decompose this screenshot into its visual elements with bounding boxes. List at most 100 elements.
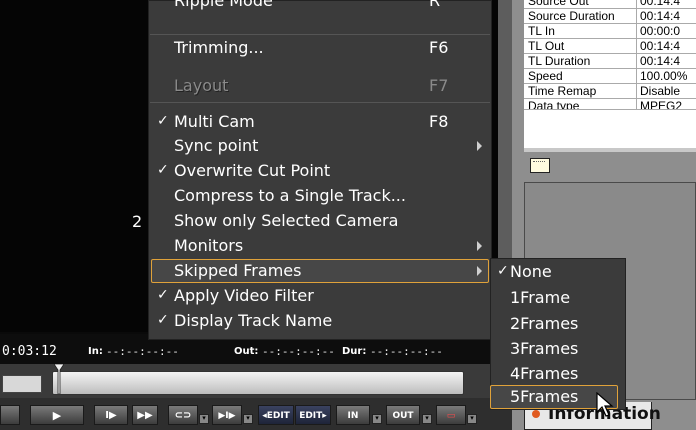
menu-separator (150, 34, 490, 35)
submenu-item-4frames[interactable]: 4Frames (490, 362, 626, 386)
menu-item-ripple-mode[interactable]: Ripple Mode R (149, 0, 491, 14)
table-row: TL In 00:00:0 (524, 24, 696, 39)
timeline-scrubber[interactable] (52, 371, 464, 395)
checkmark-icon: ✓ (157, 312, 169, 328)
property-value: 00:14:4 (636, 9, 696, 23)
dur-value: --:--:--:-- (370, 345, 443, 358)
scroll-strip[interactable] (524, 148, 696, 152)
property-key: Data type (528, 99, 580, 110)
record-button[interactable]: ▭ (436, 405, 466, 425)
edit-in-button[interactable]: ◂EDIT (258, 405, 294, 425)
property-value: 00:14:4 (636, 39, 696, 53)
property-key: Time Remap (528, 84, 597, 98)
checkmark-icon: ✓ (157, 162, 169, 178)
property-key: Source Out (528, 0, 589, 8)
property-value: 00:14:4 (636, 0, 696, 8)
submenu-item-1frame[interactable]: 1Frame (490, 286, 626, 310)
property-value: 00:00:0 (636, 24, 696, 38)
menu-item-overwrite-cut-point[interactable]: ✓ Overwrite Cut Point (149, 159, 491, 184)
shortcut-key: R (429, 0, 441, 10)
submenu-item-none[interactable]: ✓ None (490, 260, 626, 284)
menu-item-label: Trimming... (174, 38, 264, 57)
menu-separator (150, 102, 490, 103)
out-label: Out: (234, 346, 259, 357)
menu-item-label: Layout (174, 76, 229, 95)
menu-item-sync-point[interactable]: Sync point (149, 134, 491, 159)
note-icon[interactable] (530, 158, 550, 173)
property-value: MPEG2 (636, 99, 696, 109)
menu-item-multi-cam[interactable]: ✓ Multi Cam F8 (149, 110, 491, 135)
menu-item-label: Multi Cam (174, 112, 255, 131)
set-in-button[interactable]: IN (336, 405, 370, 425)
table-row: Source Out 00:14:4 (524, 0, 696, 9)
table-row: TL Out 00:14:4 (524, 39, 696, 54)
step-forward-button[interactable]: I▶ (94, 405, 128, 425)
menu-item-label: Show only Selected Camera (174, 211, 399, 230)
playhead-icon[interactable] (54, 364, 64, 394)
property-key: TL Out (528, 39, 565, 53)
property-key: TL Duration (528, 54, 591, 68)
dropdown-arrow-icon[interactable]: ▾ (199, 414, 209, 424)
menu-item-label: Monitors (174, 236, 244, 255)
mouse-cursor-icon (596, 392, 614, 417)
menu-item-display-track-name[interactable]: ✓ Display Track Name (149, 309, 491, 334)
submenu-arrow-icon (477, 141, 482, 151)
play-button[interactable]: ▶ (30, 405, 84, 425)
menu-item-apply-video-filter[interactable]: ✓ Apply Video Filter (149, 284, 491, 309)
submenu-arrow-icon (477, 241, 482, 251)
menu-item-label: Display Track Name (174, 311, 333, 330)
menu-item-trimming[interactable]: Trimming... F6 (149, 36, 491, 61)
dropdown-arrow-icon[interactable]: ▾ (467, 414, 477, 424)
in-label: In: (88, 346, 103, 357)
submenu-item-label: 4Frames (510, 364, 579, 383)
shortcut-key: F8 (429, 112, 449, 131)
out-value: --:--:--:-- (262, 345, 335, 358)
submenu-item-label: 2Frames (510, 314, 579, 333)
prev-button[interactable] (0, 405, 20, 425)
table-row: Time Remap Disable (524, 84, 696, 99)
menu-item-monitors[interactable]: Monitors (149, 234, 491, 259)
shortcut-key: F7 (429, 76, 449, 95)
menu-item-label: Ripple Mode (174, 0, 273, 10)
dropdown-arrow-icon[interactable]: ▾ (243, 414, 253, 424)
menu-item-label: Skipped Frames (174, 261, 302, 280)
table-row: TL Duration 00:14:4 (524, 54, 696, 69)
submenu-item-label: None (510, 262, 552, 281)
menu-item-show-only-selected-camera[interactable]: Show only Selected Camera (149, 209, 491, 234)
submenu-item-3frames[interactable]: 3Frames (490, 337, 626, 361)
zoom-slider[interactable] (2, 375, 42, 393)
property-key: Speed (528, 69, 563, 83)
panel-divider (498, 0, 512, 260)
dropdown-arrow-icon[interactable]: ▾ (372, 414, 382, 424)
play-to-button[interactable]: ▶I▶ (212, 405, 242, 425)
set-out-button[interactable]: OUT (386, 405, 420, 425)
menu-item-label: Sync point (174, 136, 259, 155)
table-row: Source Duration 00:14:4 (524, 9, 696, 24)
property-value: 00:14:4 (636, 54, 696, 68)
fast-forward-button[interactable]: ▶▶ (132, 405, 158, 425)
menu-item-layout: Layout F7 (149, 74, 491, 99)
current-timecode: 0:03:12 (2, 344, 57, 359)
camera-number: 2 (132, 212, 143, 231)
checkmark-icon: ✓ (157, 287, 169, 303)
dur-label: Dur: (342, 346, 367, 357)
menu-item-label: Overwrite Cut Point (174, 161, 331, 180)
shortcut-key: F6 (429, 38, 449, 57)
edit-out-button[interactable]: EDIT▸ (295, 405, 331, 425)
menu-item-label: Compress to a Single Track... (174, 186, 406, 205)
menu-item-skipped-frames[interactable]: Skipped Frames (149, 259, 491, 284)
property-key: Source Duration (528, 9, 615, 23)
submenu-item-label: 1Frame (510, 288, 571, 307)
property-value: 100.00% (636, 69, 696, 83)
submenu-item-2frames[interactable]: 2Frames (490, 312, 626, 336)
dropdown-arrow-icon[interactable]: ▾ (422, 414, 432, 424)
tab-status-icon (532, 410, 540, 418)
menu-item-label: Apply Video Filter (174, 286, 314, 305)
properties-table: Source Out 00:14:4 Source Duration 00:14:4… (524, 0, 696, 148)
table-row: Speed 100.00% (524, 69, 696, 84)
submenu-arrow-icon (477, 266, 482, 276)
in-value: --:--:--:-- (106, 345, 179, 358)
menu-item-compress-to-a-single-track[interactable]: Compress to a Single Track... (149, 184, 491, 209)
checkmark-icon: ✓ (157, 113, 169, 129)
loop-button[interactable]: ⊂⊃ (168, 405, 198, 425)
